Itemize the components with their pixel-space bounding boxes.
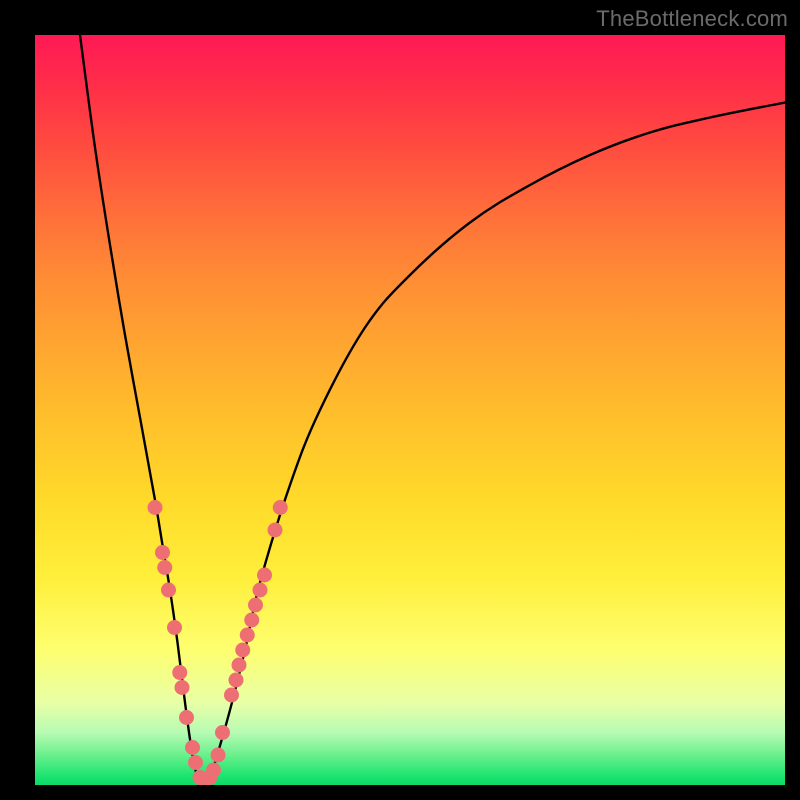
marker-dot xyxy=(235,643,250,658)
marker-dot xyxy=(229,673,244,688)
marker-dot xyxy=(257,568,272,583)
marker-dot xyxy=(215,725,230,740)
marker-dot xyxy=(185,740,200,755)
marker-dot xyxy=(172,665,187,680)
marker-dot xyxy=(240,628,255,643)
marker-dot xyxy=(244,613,259,628)
marker-dot xyxy=(148,500,163,515)
marker-dot xyxy=(167,620,182,635)
marker-dot xyxy=(211,748,226,763)
marker-dot xyxy=(248,598,263,613)
marker-dot xyxy=(161,583,176,598)
marker-dot xyxy=(232,658,247,673)
marker-dot xyxy=(273,500,288,515)
chart-frame: TheBottleneck.com xyxy=(0,0,800,800)
marker-dot xyxy=(268,523,283,538)
marker-dot xyxy=(224,688,239,703)
marker-dot xyxy=(179,710,194,725)
marker-group xyxy=(148,500,288,785)
marker-dot xyxy=(157,560,172,575)
marker-dot xyxy=(253,583,268,598)
marker-dot xyxy=(188,755,203,770)
plot-area xyxy=(35,35,785,785)
marker-dot xyxy=(155,545,170,560)
curve-layer xyxy=(35,35,785,785)
watermark-text: TheBottleneck.com xyxy=(596,6,788,32)
marker-dot xyxy=(175,680,190,695)
marker-dot xyxy=(206,763,221,778)
